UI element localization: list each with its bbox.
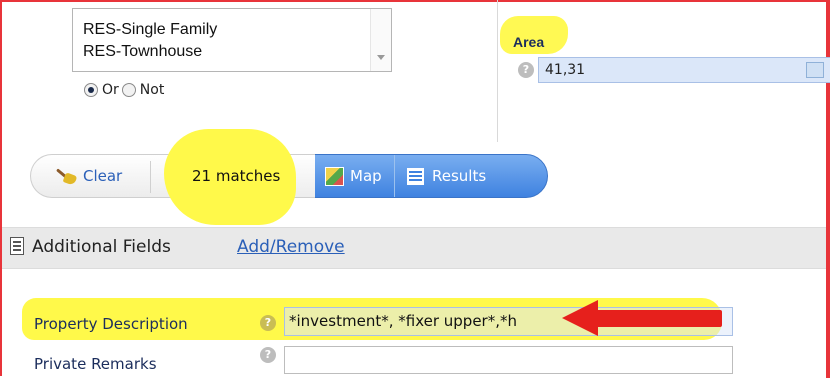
search-toolbar: Clear 21 matches Map Results xyxy=(30,129,548,225)
clear-button[interactable]: Clear xyxy=(30,154,150,198)
help-icon[interactable]: ? xyxy=(260,347,276,363)
logic-radio-group: Or Not xyxy=(84,82,167,98)
area-lookup-icon[interactable] xyxy=(806,62,824,78)
private-remarks-input[interactable] xyxy=(284,346,733,374)
property-description-label: Property Description xyxy=(34,315,188,333)
fields-icon xyxy=(10,237,24,255)
clear-button-label: Clear xyxy=(83,167,123,185)
additional-fields-header: Additional Fields Add/Remove xyxy=(2,227,826,269)
additional-fields-title: Additional Fields xyxy=(32,237,171,257)
listbox-scrollbar[interactable] xyxy=(370,9,391,71)
help-icon[interactable]: ? xyxy=(260,315,276,331)
area-label: Area xyxy=(513,34,545,50)
area-input[interactable]: 41,31 xyxy=(538,57,830,83)
not-radio-label: Not xyxy=(139,82,165,98)
scroll-down-icon[interactable] xyxy=(377,55,385,60)
match-count-text: 21 matches xyxy=(192,167,281,185)
results-list-icon xyxy=(407,167,424,185)
listbox-option[interactable]: RES-Townhouse xyxy=(73,41,391,63)
broom-icon xyxy=(55,166,78,186)
section-divider xyxy=(497,0,498,142)
or-radio-label: Or xyxy=(102,82,119,98)
help-icon[interactable]: ? xyxy=(518,62,534,78)
results-button[interactable]: Results xyxy=(395,167,486,185)
results-button-label: Results xyxy=(432,167,487,185)
add-remove-link[interactable]: Add/Remove xyxy=(237,237,345,257)
map-button-label: Map xyxy=(350,167,382,185)
map-button[interactable]: Map xyxy=(315,155,395,197)
view-button-group: Map Results xyxy=(314,154,548,198)
property-type-listbox[interactable]: RES-Single Family RES-Townhouse xyxy=(72,8,392,72)
annotation-arrow-icon xyxy=(562,300,722,336)
or-radio[interactable] xyxy=(84,83,98,97)
map-icon xyxy=(325,166,344,186)
not-radio[interactable] xyxy=(121,83,136,97)
match-count: 21 matches xyxy=(150,129,315,225)
private-remarks-label: Private Remarks xyxy=(34,355,157,373)
listbox-option[interactable]: RES-Single Family xyxy=(73,19,391,41)
